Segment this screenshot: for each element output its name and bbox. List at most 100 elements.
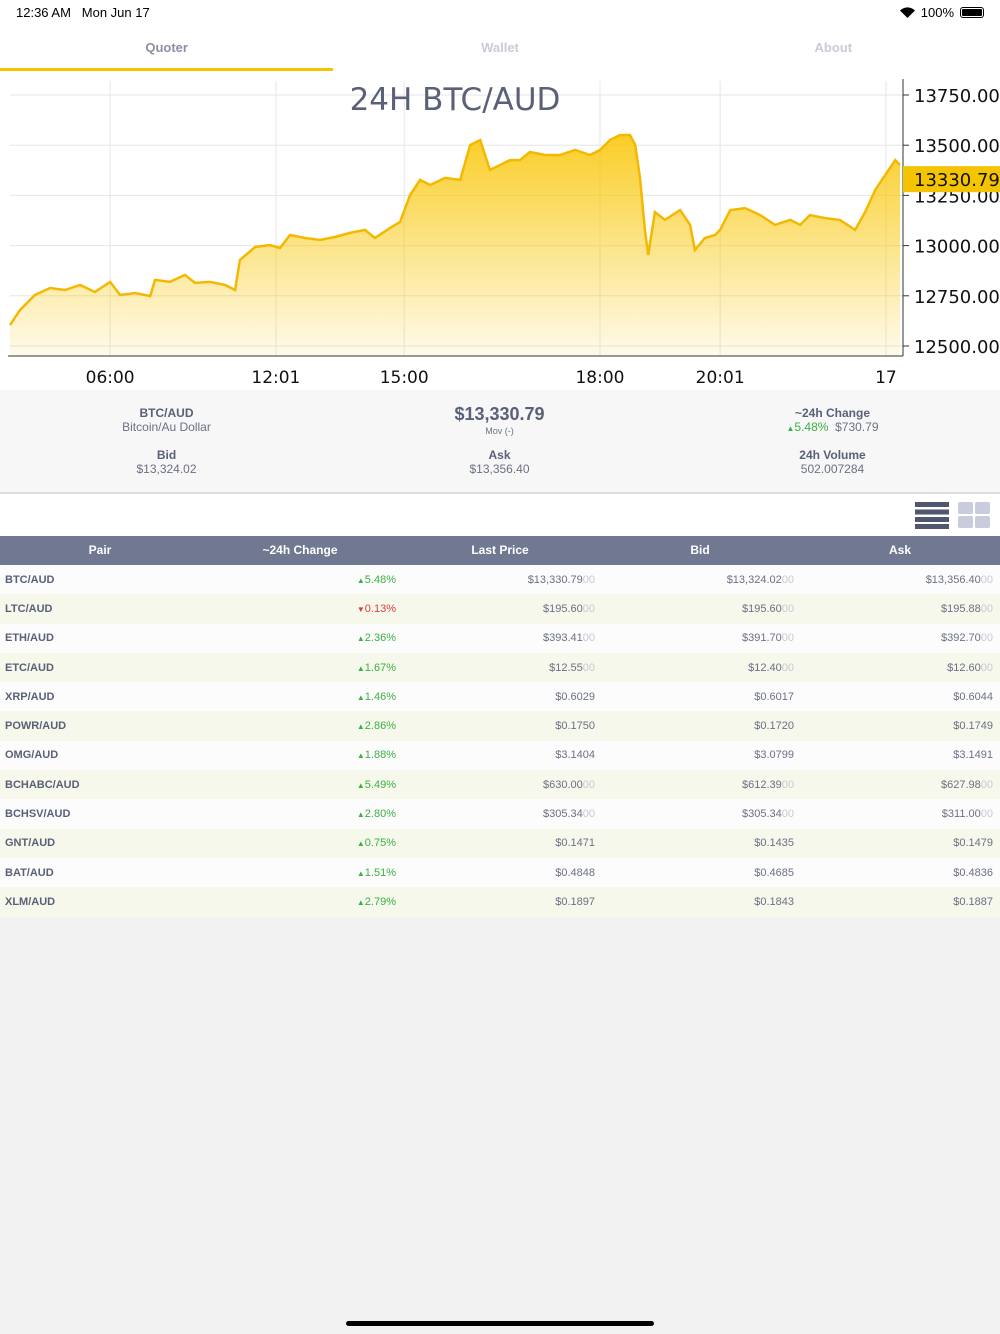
last-price: $0.1897 [555,895,595,908]
up-arrow-icon: ▲ [356,810,365,820]
up-arrow-icon: ▲ [356,634,365,644]
ask-cell: $12.6000 [801,662,1000,674]
last-price: $3.1404 [555,749,595,762]
list-view-icon[interactable] [915,502,949,529]
change-value: 0.75% [364,837,396,850]
bid-cell: $391.7000 [602,632,801,644]
table-row[interactable]: XRP/AUD ▲1.46% $0.6029 $0.6017 $0.6044 [0,682,1000,712]
bid-cell: $0.6017 [602,691,801,703]
table-row[interactable]: POWR/AUD ▲2.86% $0.1750 $0.1720 $0.1749 [0,711,1000,741]
up-arrow-icon: ▲ [356,868,365,878]
header-ask[interactable]: Ask [800,536,1000,565]
change-amount: $730.79 [835,420,879,434]
header-last-price[interactable]: Last Price [400,536,600,565]
x-tick-label: 06:00 [86,368,135,388]
change-cell: ▲2.79% [204,896,403,908]
pair-cell: POWR/AUD [5,720,67,733]
battery-percent: 100% [920,5,954,20]
table-row[interactable]: GNT/AUD ▲0.75% $0.1471 $0.1435 $0.1479 [0,828,1000,858]
bid-cell: $12.4000 [602,662,801,674]
volume-label: 24h Volume [799,448,866,462]
bid: $391.70 [741,632,782,645]
pair-cell: GNT/AUD [5,837,56,850]
last-price-cell: $3.1404 [403,749,602,761]
change-value: 5.49% [364,778,396,791]
table-row[interactable]: BCHABC/AUD ▲5.49% $630.0000 $612.3900 $6… [0,770,1000,800]
tab-about[interactable]: About [667,24,1000,71]
last-price: $0.1750 [555,720,595,733]
last-price: $0.1471 [555,837,595,850]
ask: $392.70 [940,632,981,645]
bid: $0.6017 [754,690,794,703]
table-row[interactable]: XLM/AUD ▲2.79% $0.1897 $0.1843 $0.1887 [0,887,1000,917]
bid-padding: 00 [781,632,794,645]
ask-cell: $13,356.4000 [801,574,1000,586]
table-row[interactable]: LTC/AUD ▼0.13% $195.6000 $195.6000 $195.… [0,594,1000,624]
time: 12:36 AM [16,5,71,20]
home-indicator [346,1321,654,1326]
bid: $0.1843 [754,895,794,908]
ask-cell: $195.8800 [801,603,1000,615]
tab-quoter[interactable]: Quoter [0,24,334,71]
down-arrow-icon: ▼ [356,604,365,614]
last-price: $305.34 [542,808,583,821]
pair-symbol: BTC/AUD [139,406,194,420]
table-header: Pair ~24h Change Last Price Bid Ask [0,536,1000,565]
pair-cell: XLM/AUD [5,895,56,908]
ask: $627.98 [940,778,981,791]
last-price-padding: 00 [582,573,595,586]
table-row[interactable]: BCHSV/AUD ▲2.80% $305.3400 $305.3400 $31… [0,799,1000,829]
change-value: 0.13% [364,602,396,615]
pair-cell: ETH/AUD [5,632,54,645]
ask: $0.1887 [953,895,993,908]
status-bar: 12:36 AM Mon Jun 17 100% [0,0,1000,24]
header-pair[interactable]: Pair [0,536,200,565]
bid-cell: $0.1435 [602,837,801,849]
up-arrow-icon: ▲ [356,751,365,761]
last-price-cell: $630.0000 [403,779,602,791]
last-price: $195.60 [542,602,583,615]
last-price: $393.41 [542,632,583,645]
change-cell: ▲2.36% [204,632,403,644]
tab-wallet[interactable]: Wallet [333,24,666,71]
pair-cell: BTC/AUD [5,573,55,586]
ask-padding: 00 [980,808,993,821]
table-row[interactable]: ETH/AUD ▲2.36% $393.41 00 $391.7000 $392.… [0,623,1000,653]
ask-cell: $0.1749 [801,720,1000,732]
pair-cell: BTC/AUD Bitcoin/Au Dollar [0,406,333,434]
ask-value: $13,356.40 [469,462,530,476]
price-chart[interactable]: 24H BTC/AUD 12500.00 12750.00 13000.00 1325… [0,71,1000,390]
table-row[interactable]: OMG/AUD ▲1.88% $3.1404 $3.0799 $3.1491 [0,740,1000,771]
last-price-padding: 00 [582,808,595,821]
bid: $3.0799 [754,749,794,762]
pair-cell: XRP/AUD [5,690,55,703]
bid-cell: $0.1720 [602,720,801,732]
table-row[interactable]: BAT/AUD ▲1.51% $0.4848 $0.4685 $0.4836 [0,857,1000,888]
current-price: $13,330.79 [454,404,545,424]
last-price-cell: $0.4848 [403,867,602,879]
change-cell: ~24h Change ▲5.48% $730.79 [666,406,999,434]
header-change[interactable]: ~24h Change [200,536,400,565]
last-price: $12.55 [549,661,583,674]
change-cell: ▲0.75% [204,837,403,849]
grid-view-icon[interactable] [958,502,991,529]
status-time: 12:36 AM Mon Jun 17 [16,5,150,20]
bid-cell: $305.3400 [602,808,801,820]
y-tick-label: 12750.00 [914,287,1000,308]
pair-cell: LTC/AUD [5,602,53,615]
x-tick-label: 15:00 [380,368,429,388]
ask: $3.1491 [953,749,993,762]
table-row[interactable]: ETC/AUD ▲1.67% $12.5500 $12.4000 $12.600… [0,652,1000,683]
header-bid[interactable]: Bid [600,536,800,565]
bid: $13,324.02 [726,573,782,586]
last-price-cell: $0.6029 [403,691,602,703]
table-row[interactable]: BTC/AUD ▲5.48% $13,330.7900 $13,324.0200… [0,565,1000,595]
bid-value: $13,324.02 [136,462,197,476]
last-price-cell: $305.3400 [403,808,602,820]
y-tick-label: 13500.00 [914,136,1000,157]
ask-cell: $311.0000 [801,808,1000,820]
up-arrow-icon: ▲ [356,722,365,732]
up-arrow-icon: ▲ [356,692,365,702]
last-price-cell: $13,330.7900 [403,574,602,586]
pair-cell: BAT/AUD [5,866,54,879]
